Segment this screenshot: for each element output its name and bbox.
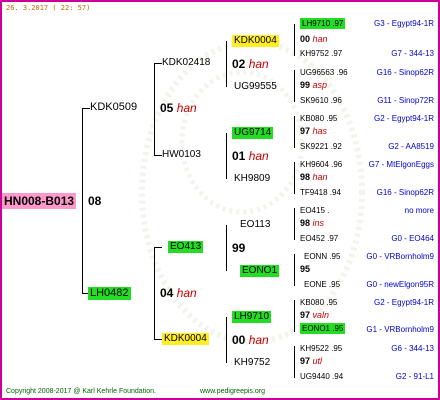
gen4-row: SK9221 .92 bbox=[300, 142, 342, 151]
gen4-row: LH9710 .97 bbox=[300, 18, 346, 29]
gen3-info-5: 98 ins bbox=[300, 218, 325, 228]
gen4-row: KH9604 .96 bbox=[300, 160, 343, 169]
gen4-row: EO415 . bbox=[300, 206, 330, 215]
gen2-ring-1[interactable]: KDK02418 bbox=[162, 58, 210, 68]
gen4-row: EONO1 .95 bbox=[300, 323, 346, 334]
gen4-origin: G2 - Egypt94-1R bbox=[373, 298, 434, 307]
link-gen4-8 bbox=[294, 346, 295, 378]
gen4-row: TF9418 .94 bbox=[300, 188, 341, 197]
link-gen2-b bbox=[154, 247, 155, 340]
gen4-row: KB080 .95 bbox=[300, 114, 338, 123]
gen4-origin: G2 - AA8519 bbox=[388, 142, 434, 151]
link-gen4-2 bbox=[294, 70, 295, 102]
gen4-origin: no more bbox=[404, 206, 434, 215]
print-date: 26. 3.2017 ( 22: 57) bbox=[6, 4, 91, 12]
gen2-year-3: 99 bbox=[232, 241, 246, 255]
gen4-row: EONE .95 bbox=[304, 280, 341, 289]
gen2-year-1: 02 han bbox=[232, 57, 269, 71]
link-gen1 bbox=[82, 108, 83, 294]
link-gen2-a bbox=[154, 63, 155, 156]
gen4-row: SK9610 .96 bbox=[300, 96, 342, 105]
gen4-origin: G7 - 344-13 bbox=[391, 49, 434, 58]
gen4-row: UG9440 .94 bbox=[300, 372, 344, 381]
gen1-dam-year: 04 han bbox=[160, 286, 197, 300]
footer-url[interactable]: www.pedigreepis.org bbox=[200, 388, 265, 395]
gen4-origin: G0 - EO464 bbox=[391, 234, 434, 243]
gen2-year-4: 00 han bbox=[232, 333, 269, 347]
gen2-ring-3[interactable]: EO413 bbox=[168, 241, 204, 253]
gen1-sire-ring[interactable]: KDK0509 bbox=[90, 102, 137, 113]
footer-copyright: Copyright 2008-2017 @ Karl Kehrle Founda… bbox=[6, 388, 156, 395]
link-gen2-a-bottom bbox=[154, 155, 162, 156]
gen2-ring-4[interactable]: KDK0004 bbox=[162, 333, 209, 345]
link-gen2-b-bottom bbox=[154, 339, 162, 340]
gen1-sire-year: 05 han bbox=[160, 101, 197, 115]
gen3-info-4: 98 han bbox=[300, 172, 328, 182]
gen4-origin: G0 - newElgon95R bbox=[366, 280, 434, 289]
gen4-row: EO452 .97 bbox=[300, 234, 339, 243]
gen4-origin: G7 - MtElgonEggs bbox=[368, 160, 434, 169]
gen4-origin: G2 - Egypt94-1R bbox=[373, 114, 434, 123]
gen3-info-3: 97 has bbox=[300, 126, 328, 136]
link-gen4-3 bbox=[294, 116, 295, 148]
link-gen2-b-top bbox=[154, 247, 162, 248]
link-gen4-6 bbox=[294, 254, 295, 286]
gen4-row: KH9522 .95 bbox=[300, 344, 343, 353]
gen3-ring-7[interactable]: LH9710 bbox=[232, 311, 272, 323]
root-year: 08 bbox=[88, 194, 102, 208]
gen3-info-7: 97 valn bbox=[300, 310, 330, 320]
gen3-ring-1[interactable]: KDK0004 bbox=[232, 35, 279, 47]
gen3-ring-8[interactable]: KH9752 bbox=[234, 358, 270, 368]
pedigree-frame: 26. 3.2017 ( 22: 57) HN008-B013 08 KDK05… bbox=[0, 0, 440, 400]
link-gen4-4 bbox=[294, 162, 295, 194]
gen3-ring-3[interactable]: UG9714 bbox=[232, 127, 274, 139]
link-gen3-4 bbox=[226, 317, 227, 363]
link-gen4-7 bbox=[294, 300, 295, 332]
gen3-ring-2[interactable]: UG99555 bbox=[234, 82, 277, 92]
gen4-row: KH9752 .97 bbox=[300, 49, 343, 58]
gen3-ring-6[interactable]: EONO1 bbox=[240, 265, 280, 277]
gen4-origin: G16 - Sinop62R bbox=[376, 188, 434, 197]
gen4-origin: G11 - Sinop72R bbox=[377, 96, 434, 105]
link-gen4-5 bbox=[294, 208, 295, 240]
gen3-ring-4[interactable]: KH9809 bbox=[234, 174, 270, 184]
link-gen2-a-top bbox=[154, 63, 162, 64]
link-gen1-top bbox=[82, 108, 90, 109]
root-ring[interactable]: HN008-B013 bbox=[2, 193, 77, 209]
link-gen3-3 bbox=[226, 225, 227, 271]
link-gen3-1 bbox=[226, 41, 227, 87]
gen1-dam-ring[interactable]: LH0482 bbox=[88, 287, 131, 300]
gen3-info-8: 97 utl bbox=[300, 356, 323, 366]
gen3-info-2: 99 asp bbox=[300, 80, 328, 90]
gen2-ring-2[interactable]: HW0103 bbox=[162, 150, 201, 160]
gen4-row: EONN .95 bbox=[304, 252, 341, 261]
gen3-info-6: 95 bbox=[300, 264, 311, 274]
gen4-origin: G2 - 91-L1 bbox=[395, 372, 434, 381]
gen4-row: UG96563 .96 bbox=[300, 68, 348, 77]
gen2-year-2: 01 han bbox=[232, 149, 269, 163]
gen4-row: KB080 .95 bbox=[300, 298, 338, 307]
gen3-info-1: 00 han bbox=[300, 34, 328, 44]
gen4-origin: G3 - Egypt94-1R bbox=[373, 19, 434, 28]
link-gen4-1 bbox=[294, 24, 295, 56]
gen4-origin: G1 - VRBornholm9 bbox=[366, 325, 434, 334]
gen3-ring-5[interactable]: EO113 bbox=[240, 220, 270, 230]
gen4-origin: G6 - 344-13 bbox=[391, 344, 434, 353]
link-gen3-2 bbox=[226, 133, 227, 179]
gen4-origin: G16 - Sinop62R bbox=[376, 68, 434, 77]
gen4-origin: G0 - VRBornholm9 bbox=[366, 252, 434, 261]
